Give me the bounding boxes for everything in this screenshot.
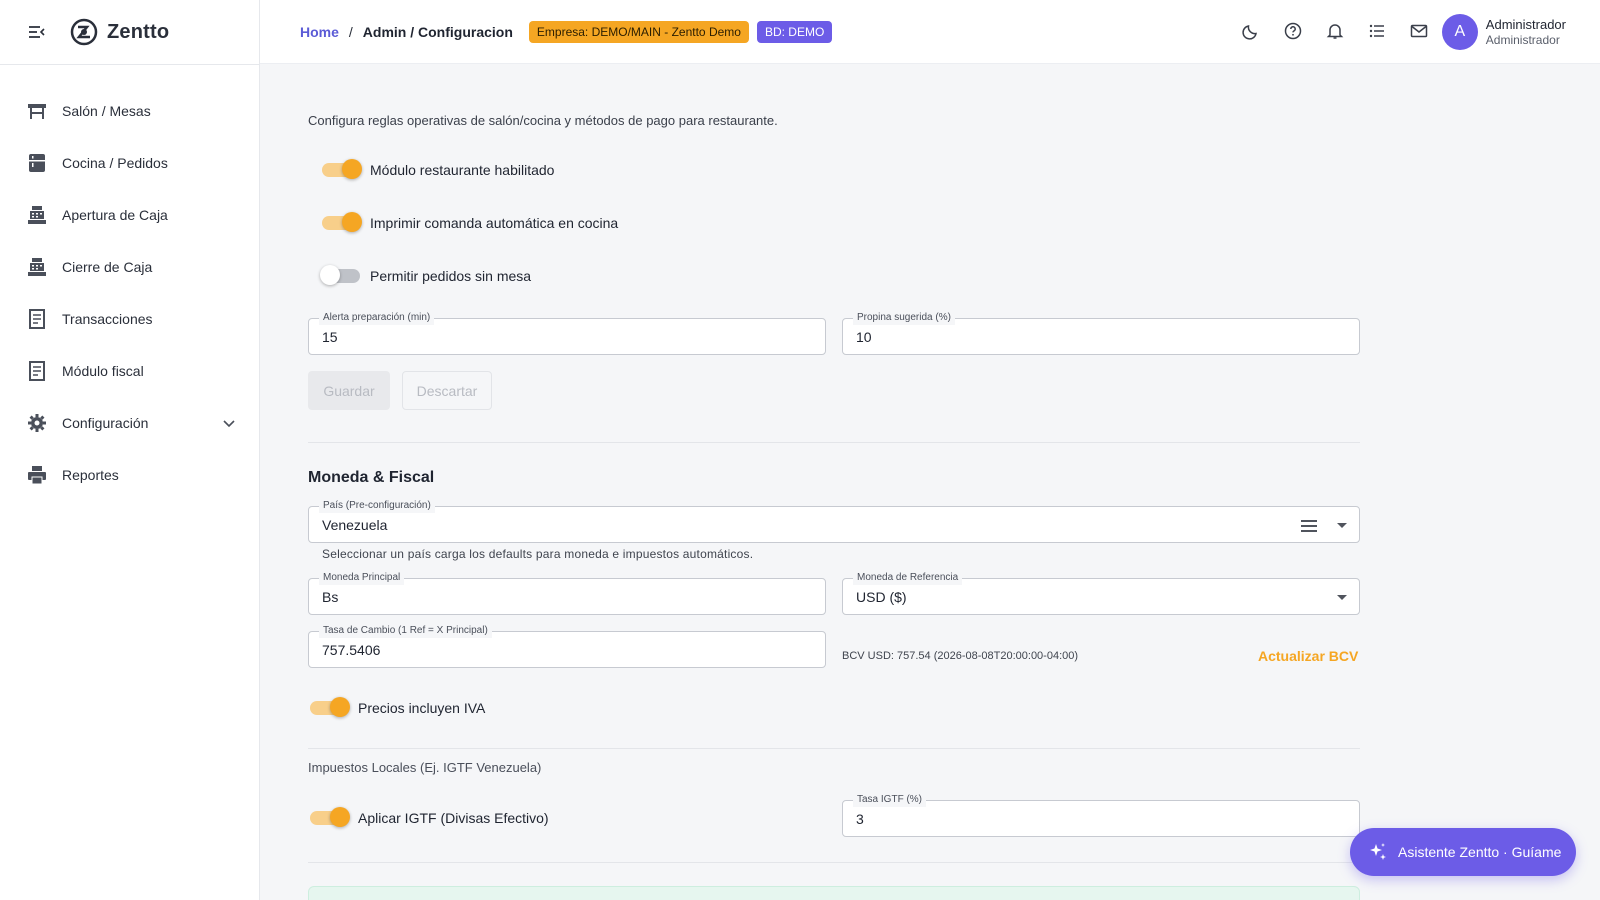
breadcrumb-separator: /	[348, 23, 353, 40]
sidebar-item-label: Transacciones	[62, 311, 153, 327]
bcv-rate-info: BCV USD: 757.54 (2026-08-08T20:00:00-04:…	[842, 650, 1079, 662]
switch-restaurant-module[interactable]	[322, 159, 362, 179]
field-label: País (Pre-configuración)	[319, 499, 435, 513]
sidebar-item-label: Reportes	[62, 467, 119, 483]
sidebar-nav: Salón / Mesas Cocina / Pedidos Apertura …	[0, 65, 259, 501]
assistant-label: Asistente Zentto · Guíame	[1398, 844, 1562, 860]
header-actions	[1240, 20, 1430, 42]
sidebar-item-label: Configuración	[62, 415, 149, 431]
section-title-currency: Moneda & Fiscal	[308, 469, 435, 486]
switch-orders-without-table[interactable]	[320, 265, 360, 285]
kitchen-icon	[26, 152, 48, 174]
field-label: Moneda Principal	[319, 571, 405, 585]
toggle-prices-include-iva[interactable]: Precios incluyen IVA	[310, 697, 486, 717]
brand-bar: Zentto	[0, 0, 259, 65]
switch-apply-igtf[interactable]	[310, 807, 350, 827]
field-label: Tasa IGTF (%)	[853, 793, 927, 807]
task-list-icon[interactable]	[1366, 20, 1388, 42]
help-icon[interactable]	[1282, 20, 1304, 42]
gear-icon	[26, 412, 48, 434]
dropdown-caret-icon[interactable]	[1337, 523, 1347, 528]
main-currency-field[interactable]: Moneda Principal	[308, 571, 826, 615]
cash-register-icon	[26, 204, 48, 226]
toggle-label: Imprimir comanda automática en cocina	[370, 215, 619, 231]
receipt-icon	[26, 360, 48, 382]
collapse-menu-icon[interactable]	[26, 21, 48, 43]
receipt-icon	[26, 308, 48, 330]
dark-mode-moon-icon[interactable]	[1240, 20, 1262, 42]
sidebar-item-label: Cocina / Pedidos	[62, 155, 168, 171]
user-role: Administrador	[1485, 32, 1560, 47]
notifications-bell-icon[interactable]	[1324, 20, 1346, 42]
toggle-label: Módulo restaurante habilitado	[370, 162, 555, 178]
sidebar-item-transacciones[interactable]: Transacciones	[0, 293, 259, 345]
sidebar-item-label: Salón / Mesas	[62, 103, 151, 119]
sidebar-item-label: Módulo fiscal	[62, 363, 144, 379]
save-button[interactable]: Guardar	[308, 371, 390, 410]
section-description: Configura reglas operativas de salón/coc…	[308, 113, 778, 128]
assistant-button[interactable]: Asistente Zentto · Guíame	[1350, 828, 1576, 876]
toggle-label: Aplicar IGTF (Divisas Efectivo)	[358, 810, 549, 826]
breadcrumb-current: Admin / Configuracion	[362, 23, 513, 40]
divider	[308, 442, 1360, 443]
local-taxes-heading: Impuestos Locales (Ej. IGTF Venezuela)	[308, 760, 542, 775]
country-value: Venezuela	[322, 517, 388, 533]
sidebar-item-cierre-caja[interactable]: Cierre de Caja	[0, 241, 259, 293]
tip-field[interactable]: Propina sugerida (%)	[842, 311, 1360, 355]
ref-currency-value: USD ($)	[856, 589, 907, 605]
country-helper-text: Seleccionar un país carga los defaults p…	[322, 547, 754, 561]
field-label: Alerta preparación (min)	[319, 311, 435, 325]
database-badge: BD: DEMO	[756, 20, 833, 43]
toggle-restaurant-module[interactable]: Módulo restaurante habilitado	[322, 159, 555, 179]
company-badge: Empresa: DEMO/MAIN - Zentto Demo	[528, 20, 749, 43]
toggle-label: Permitir pedidos sin mesa	[370, 268, 532, 284]
toggle-orders-without-table[interactable]: Permitir pedidos sin mesa	[320, 265, 532, 285]
chevron-down-icon	[219, 413, 239, 433]
sidebar: Zentto Salón / Mesas Cocina / Pedidos Ap…	[0, 0, 260, 900]
exchange-rate-field[interactable]: Tasa de Cambio (1 Ref = X Principal)	[308, 624, 826, 668]
country-select[interactable]: País (Pre-configuración) Venezuela	[308, 499, 1360, 543]
zentto-logo-icon	[70, 18, 98, 46]
main-content: Configura reglas operativas de salón/coc…	[260, 64, 1600, 900]
mail-icon[interactable]	[1408, 20, 1430, 42]
sidebar-item-reportes[interactable]: Reportes	[0, 449, 259, 501]
dropdown-caret-icon[interactable]	[1337, 595, 1347, 600]
sidebar-item-modulo-fiscal[interactable]: Módulo fiscal	[0, 345, 259, 397]
switch-prices-include-iva[interactable]	[310, 697, 350, 717]
discard-button[interactable]: Descartar	[402, 371, 492, 410]
top-header: Home / Admin / Configuracion Empresa: DE…	[260, 0, 1600, 64]
cash-register-icon	[26, 256, 48, 278]
app-name: Zentto	[107, 20, 170, 43]
ref-currency-select[interactable]: Moneda de Referencia USD ($)	[842, 571, 1360, 615]
sidebar-item-label: Apertura de Caja	[62, 207, 168, 223]
toggle-label: Precios incluyen IVA	[358, 700, 486, 716]
divider	[308, 748, 1360, 749]
sidebar-item-salon-mesas[interactable]: Salón / Mesas	[0, 85, 259, 137]
divider	[308, 862, 1360, 863]
toggle-auto-print-kitchen[interactable]: Imprimir comanda automática en cocina	[322, 212, 619, 232]
field-label: Propina sugerida (%)	[853, 311, 955, 325]
switch-auto-print[interactable]	[322, 212, 362, 232]
info-alert-box	[308, 886, 1360, 900]
breadcrumb-home-link[interactable]: Home	[300, 24, 339, 40]
sparkle-icon	[1368, 842, 1388, 862]
field-label: Tasa de Cambio (1 Ref = X Principal)	[319, 624, 492, 638]
field-label: Moneda de Referencia	[853, 571, 963, 585]
sidebar-item-apertura-caja[interactable]: Apertura de Caja	[0, 189, 259, 241]
igtf-rate-field[interactable]: Tasa IGTF (%)	[842, 793, 1360, 837]
sidebar-item-label: Cierre de Caja	[62, 259, 153, 275]
sidebar-item-configuracion[interactable]: Configuración	[0, 397, 259, 449]
avatar[interactable]: A	[1441, 14, 1478, 50]
toggle-apply-igtf[interactable]: Aplicar IGTF (Divisas Efectivo)	[310, 807, 549, 827]
update-bcv-button[interactable]: Actualizar BCV	[1258, 648, 1358, 664]
printer-icon	[26, 464, 48, 486]
user-menu[interactable]: A Administrador Administrador	[1441, 14, 1566, 50]
prep-alert-field[interactable]: Alerta preparación (min)	[308, 311, 826, 355]
table-icon	[26, 100, 48, 122]
user-name: Administrador	[1485, 16, 1566, 32]
sidebar-item-cocina-pedidos[interactable]: Cocina / Pedidos	[0, 137, 259, 189]
list-icon[interactable]	[1301, 519, 1317, 532]
